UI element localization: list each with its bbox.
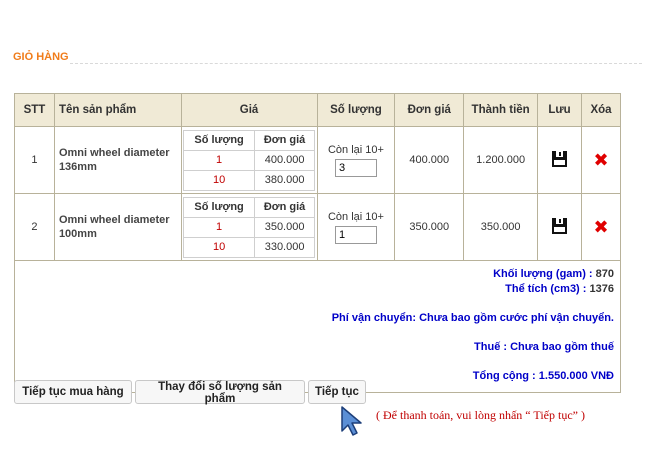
- line-total: 350.000: [463, 193, 539, 261]
- weight-line: Khối lượng (gam) : 870: [15, 267, 614, 282]
- tier-qty-header: Số lượng: [183, 196, 256, 218]
- tier-qty: 1: [183, 216, 256, 238]
- order-summary: Khối lượng (gam) : 870 Thể tích (cm3) : …: [14, 260, 621, 393]
- row-stt: 1: [14, 126, 55, 194]
- header-stt: STT: [14, 93, 55, 127]
- header-quantity: Số lượng: [316, 93, 396, 127]
- tier-qty: 1: [183, 149, 256, 171]
- floppy-disk-icon[interactable]: [552, 150, 568, 167]
- weight-value: 870: [595, 268, 614, 280]
- tier-price: 350.000: [254, 216, 316, 238]
- header-unit-price: Đơn giá: [394, 93, 465, 127]
- tax-line: Thuế : Chưa bao gồm thuế: [15, 340, 614, 355]
- price-tiers-cell: Số lượng Đơn giá 1 350.000 10 330.000: [180, 193, 318, 261]
- save-cell: [537, 193, 582, 261]
- delete-cell: ✖: [580, 126, 622, 194]
- red-x-icon[interactable]: ✖: [593, 151, 608, 169]
- volume-line: Thể tích (cm3) : 1376: [15, 282, 614, 297]
- summary-row: Khối lượng (gam) : 870 Thể tích (cm3) : …: [14, 260, 621, 393]
- update-quantity-button[interactable]: Thay đổi số lượng sản phẩm: [135, 380, 305, 405]
- price-tier-table: Số lượng Đơn giá 1 350.000 10 330.000: [183, 196, 316, 258]
- red-x-icon[interactable]: ✖: [593, 218, 608, 236]
- delete-cell: ✖: [580, 193, 622, 261]
- title-divider: [70, 63, 642, 64]
- tier-price-header: Đơn giá: [254, 196, 316, 218]
- continue-shopping-button[interactable]: Tiếp tục mua hàng: [14, 380, 132, 404]
- volume-label: Thể tích (cm3) :: [505, 283, 587, 295]
- page-title: GIỎ HÀNG: [13, 51, 69, 63]
- tier-price: 400.000: [254, 149, 316, 171]
- table-row: 1 Omni wheel diameter 136mm Số lượng Đơn…: [14, 126, 622, 194]
- product-name[interactable]: Omni wheel diameter 136mm: [53, 126, 182, 194]
- header-delete: Xóa: [580, 93, 622, 127]
- save-cell: [537, 126, 582, 194]
- price-tier-table: Số lượng Đơn giá 1 400.000 10 380.000: [183, 129, 316, 191]
- tier-qty: 10: [183, 169, 256, 191]
- quantity-input[interactable]: [334, 158, 377, 177]
- stock-status: Còn lại 10+: [327, 143, 384, 156]
- header-total: Thành tiền: [463, 93, 539, 127]
- tax-note: Thuế : Chưa bao gồm thuế: [474, 341, 614, 353]
- floppy-disk-icon[interactable]: [552, 217, 568, 234]
- quantity-cell: Còn lại 10+: [316, 126, 396, 194]
- header-row: STT Tên sản phẩm Giá Số lượng Đơn giá Th…: [14, 93, 622, 127]
- tier-price-header: Đơn giá: [254, 129, 316, 151]
- unit-price: 400.000: [394, 126, 465, 194]
- header-product: Tên sản phẩm: [53, 93, 182, 127]
- header-price: Giá: [180, 93, 318, 127]
- tier-qty-header: Số lượng: [183, 129, 256, 151]
- row-stt: 2: [14, 193, 55, 261]
- line-total: 1.200.000: [463, 126, 539, 194]
- tier-qty: 10: [183, 236, 256, 258]
- continue-button[interactable]: Tiếp tục: [308, 380, 366, 404]
- volume-value: 1376: [589, 283, 614, 295]
- mouse-cursor-icon: [341, 406, 362, 436]
- grand-total: Tổng cộng : 1.550.000 VNĐ: [472, 370, 614, 382]
- quantity-input[interactable]: [334, 225, 377, 244]
- product-name[interactable]: Omni wheel diameter 100mm: [53, 193, 182, 261]
- table-row: 2 Omni wheel diameter 100mm Số lượng Đơn…: [14, 193, 622, 261]
- quantity-cell: Còn lại 10+: [316, 193, 396, 261]
- shipping-note: Phí vận chuyển: Chưa bao gồm cước phí vậ…: [331, 312, 614, 324]
- tier-price: 330.000: [254, 236, 316, 258]
- unit-price: 350.000: [394, 193, 465, 261]
- header-save: Lưu: [537, 93, 582, 127]
- weight-label: Khối lượng (gam) :: [493, 268, 593, 280]
- checkout-hint: ( Để thanh toán, vui lòng nhấn “ Tiếp tụ…: [376, 408, 585, 422]
- tier-price: 380.000: [254, 169, 316, 191]
- cart-table: STT Tên sản phẩm Giá Số lượng Đơn giá Th…: [14, 93, 622, 393]
- shipping-line: Phí vận chuyển: Chưa bao gồm cước phí vậ…: [15, 311, 614, 326]
- price-tiers-cell: Số lượng Đơn giá 1 400.000 10 380.000: [180, 126, 318, 194]
- stock-status: Còn lại 10+: [327, 210, 384, 223]
